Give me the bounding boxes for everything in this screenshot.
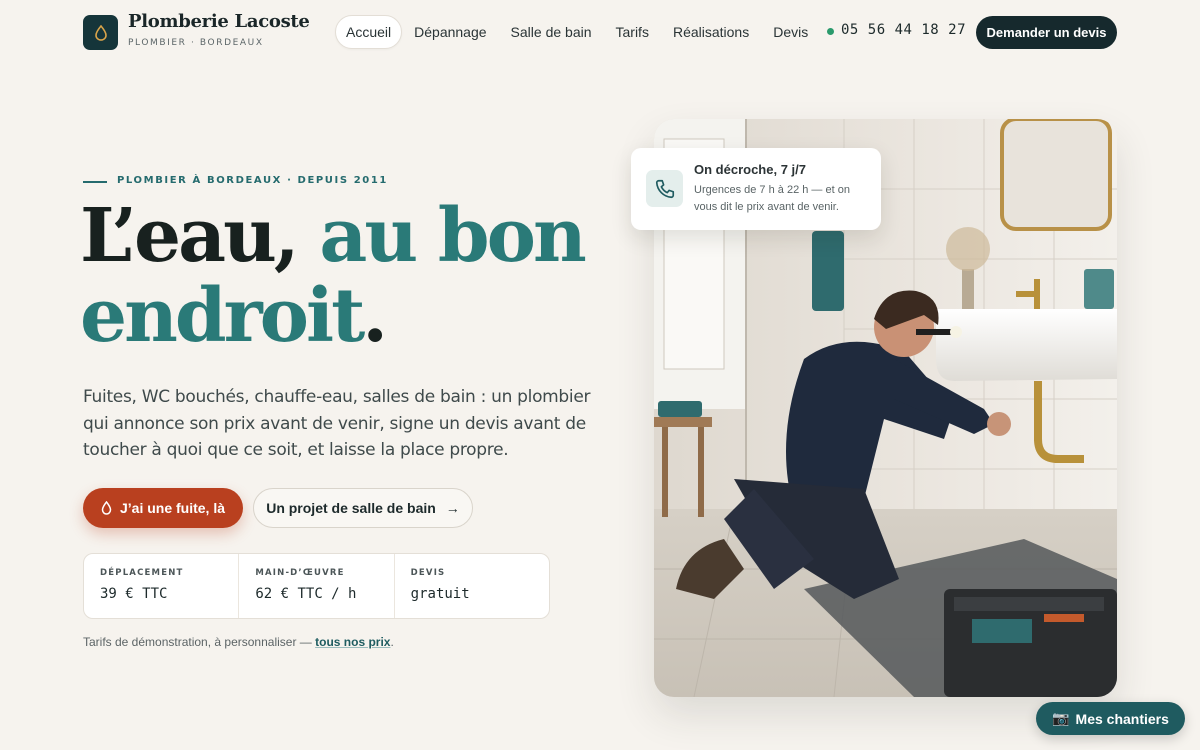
- brand-tagline: PLOMBIER · BORDEAUX: [128, 38, 264, 48]
- headline-accent-2: endroit: [80, 273, 365, 359]
- site-header: Plomberie Lacoste PLOMBIER · BORDEAUX Ac…: [0, 0, 1200, 64]
- nav-item-devis[interactable]: Devis: [761, 15, 820, 49]
- bathroom-project-label: Un projet de salle de bain: [266, 500, 436, 516]
- all-prices-link[interactable]: tous nos prix: [315, 635, 390, 649]
- logo[interactable]: [83, 15, 118, 50]
- footnote-text: Tarifs de démonstration, à personnaliser…: [83, 635, 316, 649]
- pricing-footnote: Tarifs de démonstration, à personnaliser…: [83, 635, 394, 649]
- callout-text: Urgences de 7 h à 22 h — et on vous dit …: [694, 184, 850, 213]
- hero-eyebrow: PLOMBIER À BORDEAUX · DEPUIS 2011: [117, 175, 388, 186]
- camera-icon: 📷: [1052, 710, 1070, 726]
- price-item-deplacement: DÉPLACEMENT 39 € TTC: [84, 554, 240, 618]
- nav-item-tarifs[interactable]: Tarifs: [604, 15, 661, 49]
- price-value: gratuit: [410, 586, 470, 602]
- footnote-end: .: [390, 635, 394, 649]
- eyebrow-divider: [83, 181, 107, 183]
- request-quote-button[interactable]: Demander un devis: [976, 16, 1117, 49]
- price-label: DÉPLACEMENT: [100, 568, 184, 578]
- leak-emergency-label: J’ai une fuite, là: [119, 500, 226, 516]
- nav-item-realisations[interactable]: Réalisations: [661, 15, 761, 49]
- availability-dot: [827, 28, 834, 35]
- my-projects-label: Mes chantiers: [1075, 710, 1169, 727]
- price-value: 39 € TTC: [100, 586, 168, 602]
- bathroom-project-button[interactable]: Un projet de salle de bain →: [253, 488, 473, 528]
- leak-emergency-button[interactable]: J’ai une fuite, là: [83, 488, 243, 528]
- price-value: 62 € TTC / h: [255, 586, 357, 602]
- water-drop-icon: [94, 24, 107, 41]
- hero-headline: L’eau, au bon endroit.: [80, 196, 620, 356]
- headline-accent-1: au bon: [319, 193, 586, 279]
- phone-number-link[interactable]: 05 56 44 18 27: [841, 22, 966, 38]
- arrow-right-icon: →: [445, 500, 460, 516]
- brand-name[interactable]: Plomberie Lacoste: [128, 11, 310, 32]
- availability-callout: On décroche, 7 j/7 Urgences de 7 h à 22 …: [631, 148, 881, 230]
- nav-item-salle-de-bain[interactable]: Salle de bain: [499, 15, 604, 49]
- water-drop-icon: [101, 501, 112, 515]
- nav-item-accueil[interactable]: Accueil: [335, 15, 403, 49]
- phone-icon: [646, 170, 683, 207]
- headline-period: .: [362, 273, 388, 359]
- phone-icon-svg: [655, 179, 674, 198]
- price-item-main-doeuvre: MAIN-D’ŒUVRE 62 € TTC / h: [239, 554, 395, 618]
- my-projects-button[interactable]: 📷 Mes chantiers: [1036, 702, 1185, 735]
- price-label: DEVIS: [410, 568, 446, 578]
- price-item-devis: DEVIS gratuit: [395, 554, 549, 618]
- hero-lede: Fuites, WC bouchés, chauffe-eau, salles …: [83, 387, 591, 460]
- headline-part-1: L’eau,: [80, 193, 300, 279]
- price-label: MAIN-D’ŒUVRE: [255, 568, 345, 578]
- nav-item-depannage[interactable]: Dépannage: [402, 15, 498, 49]
- price-summary-card: DÉPLACEMENT 39 € TTC MAIN-D’ŒUVRE 62 € T…: [83, 553, 550, 619]
- callout-title: On décroche, 7 j/7: [694, 162, 806, 177]
- main-nav: Accueil Dépannage Salle de bain Tarifs R…: [335, 15, 820, 49]
